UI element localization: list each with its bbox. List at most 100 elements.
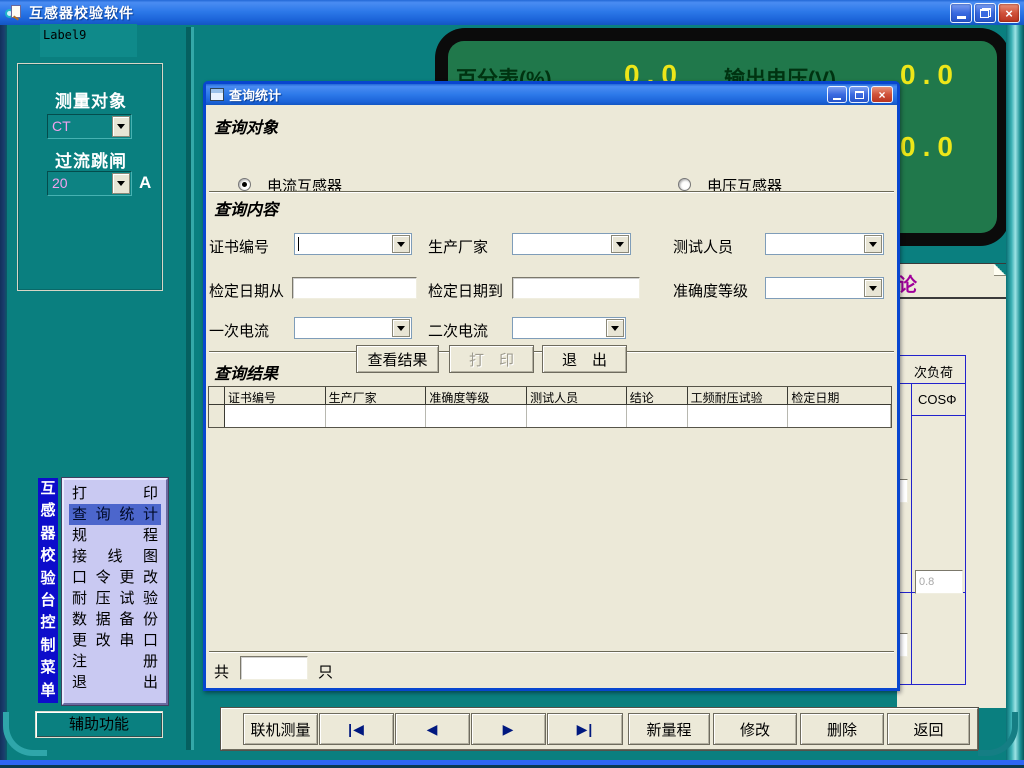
column-header: 测试人员: [527, 387, 627, 405]
trip-unit-label: A: [139, 173, 151, 193]
menu-item-change-serial[interactable]: 更改串口: [69, 630, 161, 651]
table-cell: [225, 405, 326, 427]
row-selector-cell[interactable]: [209, 405, 225, 427]
frame-left-edge: [0, 25, 7, 760]
menu-item-regulations[interactable]: 规程: [69, 525, 161, 546]
table-cell: [326, 405, 427, 427]
delete-button[interactable]: 删除: [800, 713, 884, 745]
results-table: 证书编号 生产厂家 准确度等级 测试人员 结论 工频耐压试验 检定日期: [208, 386, 892, 428]
restore-icon: [980, 8, 991, 18]
query-statistics-dialog: 查询统计 × 查询对象 电流互感器 电压互感器 查询内容 证书编号 生产厂家 测…: [203, 81, 900, 691]
combo-arrow[interactable]: [392, 235, 410, 253]
output-voltage-value: 0.0: [900, 59, 960, 91]
accuracy-combo[interactable]: [765, 277, 884, 299]
radio-voltage-transformer[interactable]: [678, 178, 691, 191]
table-cell: [688, 405, 789, 427]
menu-item-print[interactable]: 打印: [69, 483, 161, 504]
query-object-heading: 查询对象: [214, 114, 278, 138]
next-record-button[interactable]: ▶: [471, 713, 546, 745]
menu-item-query-stats[interactable]: 查询统计: [69, 504, 161, 525]
date-to-input[interactable]: [512, 277, 640, 299]
dialog-close-button[interactable]: ×: [871, 86, 893, 103]
exit-button[interactable]: 退 出: [542, 345, 627, 373]
overcurrent-trip-combo-arrow[interactable]: [112, 173, 130, 194]
control-menu: 打印 查询统计 规程 接线图 口令更改 耐压试验 数据备份 更改串口 注册 退出: [62, 478, 168, 705]
table-cell: [527, 405, 627, 427]
last-record-button[interactable]: ▶|: [547, 713, 623, 745]
view-results-button[interactable]: 查看结果: [356, 345, 439, 373]
dialog-minimize-button[interactable]: [827, 86, 847, 103]
combo-arrow[interactable]: [611, 235, 629, 253]
cos-phi-input-1[interactable]: 0.8: [915, 570, 963, 594]
column-header: 生产厂家: [326, 387, 427, 405]
chevron-down-icon: [869, 242, 877, 247]
radio-current-transformer[interactable]: [238, 178, 251, 191]
close-button[interactable]: ×: [998, 3, 1020, 23]
date-from-input[interactable]: [292, 277, 417, 299]
restore-button[interactable]: [974, 3, 996, 23]
primary-current-label: 一次电流: [209, 320, 269, 341]
menu-vertical-title: 互感器校验台控制菜单: [38, 478, 58, 703]
text-caret: [298, 237, 299, 251]
menu-item-change-password[interactable]: 口令更改: [69, 567, 161, 588]
new-range-button[interactable]: 新量程: [628, 713, 710, 745]
aux-function-button[interactable]: 辅助功能: [35, 711, 163, 738]
primary-current-combo[interactable]: [294, 317, 412, 339]
print-button[interactable]: 打 印: [449, 345, 534, 373]
chevron-down-icon: [869, 286, 877, 291]
menu-item-wiring-diagram[interactable]: 接线图: [69, 546, 161, 567]
measure-object-label: 测量对象: [18, 87, 164, 112]
query-content-heading: 查询内容: [214, 196, 278, 220]
menu-item-exit[interactable]: 退出: [69, 672, 161, 693]
measure-object-combo-arrow[interactable]: [112, 116, 130, 137]
table-line: [911, 384, 912, 684]
table-header-row: 证书编号 生产厂家 准确度等级 测试人员 结论 工频耐压试验 检定日期: [209, 387, 891, 405]
table-cell: [426, 405, 527, 427]
tester-combo[interactable]: [765, 233, 884, 255]
combo-arrow[interactable]: [606, 319, 624, 337]
first-record-button[interactable]: |◀: [319, 713, 394, 745]
back-button[interactable]: 返回: [887, 713, 970, 745]
frame-corner: [3, 712, 47, 756]
separator: [209, 651, 894, 653]
menu-item-register[interactable]: 注册: [69, 651, 161, 672]
modify-button[interactable]: 修改: [713, 713, 797, 745]
manufacturer-label: 生产厂家: [428, 236, 488, 257]
cert-no-label: 证书编号: [209, 236, 269, 257]
date-to-label: 检定日期到: [428, 280, 503, 301]
total-count-input[interactable]: [240, 656, 308, 680]
dialog-maximize-button[interactable]: [849, 86, 869, 103]
chevron-down-icon: [397, 326, 405, 331]
chevron-down-icon: [611, 326, 619, 331]
combo-arrow[interactable]: [864, 235, 882, 253]
online-measure-button[interactable]: 联机测量: [243, 713, 318, 745]
window-titlebar: 互感器校验软件 ×: [0, 0, 1024, 25]
overcurrent-trip-label: 过流跳闸: [18, 147, 164, 172]
application-window: 互感器校验软件 × Label9 测量对象 CT 过流跳闸 20 A 百分表(%…: [0, 0, 1024, 768]
table-row[interactable]: [209, 405, 891, 427]
query-results-heading: 查询结果: [214, 360, 278, 384]
combo-arrow[interactable]: [392, 319, 410, 337]
measure-object-combo[interactable]: CT: [47, 114, 132, 139]
table-cell: [788, 405, 891, 427]
dialog-title: 查询统计: [229, 85, 281, 104]
cert-no-combo[interactable]: [294, 233, 412, 255]
separator: [209, 191, 894, 193]
secondary-current-combo[interactable]: [512, 317, 626, 339]
menu-item-data-backup[interactable]: 数据备份: [69, 609, 161, 630]
overcurrent-trip-combo[interactable]: 20: [47, 171, 132, 196]
column-header: 结论: [627, 387, 688, 405]
window-title: 互感器校验软件: [29, 3, 134, 23]
previous-record-button[interactable]: ◀: [395, 713, 470, 745]
date-from-label: 检定日期从: [209, 280, 284, 301]
accuracy-label: 准确度等级: [673, 280, 748, 301]
minimize-icon: [957, 16, 966, 19]
combo-arrow[interactable]: [864, 279, 882, 297]
background-window-fragment: 论 次负荷 COSΦ 0.8 0.8: [897, 263, 1006, 708]
minimize-button[interactable]: [950, 3, 972, 23]
menu-item-withstand-test[interactable]: 耐压试验: [69, 588, 161, 609]
column-header: 检定日期: [788, 387, 891, 405]
conclusion-label: 论: [898, 270, 917, 297]
manufacturer-combo[interactable]: [512, 233, 631, 255]
cos-phi-header: COSΦ: [911, 384, 965, 416]
